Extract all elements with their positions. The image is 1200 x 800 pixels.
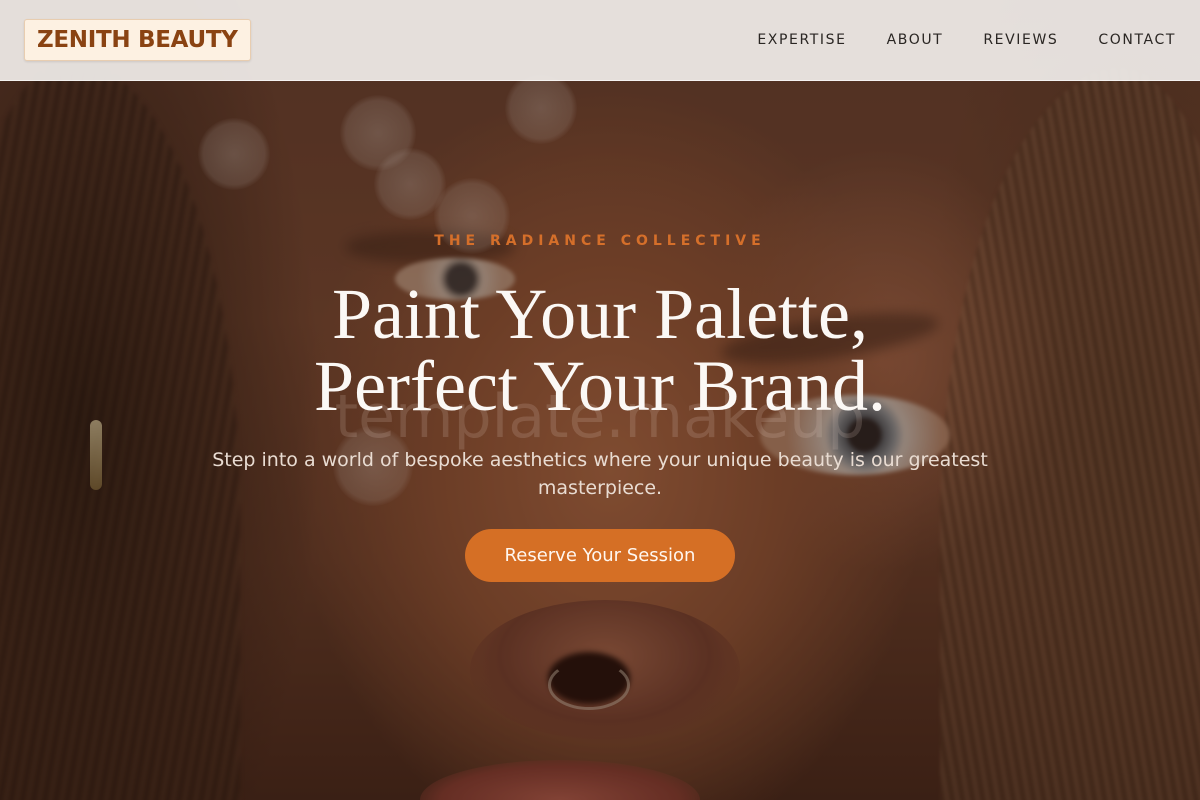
brand-name: ZENITH BEAUTY	[37, 27, 238, 53]
main-nav: EXPERTISE ABOUT REVIEWS CONTACT	[757, 32, 1176, 48]
nav-link-expertise[interactable]: EXPERTISE	[757, 32, 846, 48]
brand-logo[interactable]: ZENITH BEAUTY	[24, 19, 251, 61]
nav-link-contact[interactable]: CONTACT	[1098, 32, 1176, 48]
hero-headline: Paint Your Palette, Perfect Your Brand.	[0, 278, 1200, 422]
site-header: ZENITH BEAUTY EXPERTISE ABOUT REVIEWS CO…	[0, 0, 1200, 81]
reserve-session-button[interactable]: Reserve Your Session	[465, 529, 735, 582]
hero-headline-line-2: Perfect Your Brand.	[314, 346, 886, 426]
nav-link-reviews[interactable]: REVIEWS	[983, 32, 1058, 48]
nav-link-about[interactable]: ABOUT	[887, 32, 944, 48]
hero-section: THE RADIANCE COLLECTIVE template.makeup …	[0, 0, 1200, 800]
hero-eyebrow: THE RADIANCE COLLECTIVE	[434, 233, 766, 249]
hero-subheading: Step into a world of bespoke aesthetics …	[212, 449, 988, 499]
hero-headline-line-1: Paint Your Palette,	[331, 274, 869, 354]
